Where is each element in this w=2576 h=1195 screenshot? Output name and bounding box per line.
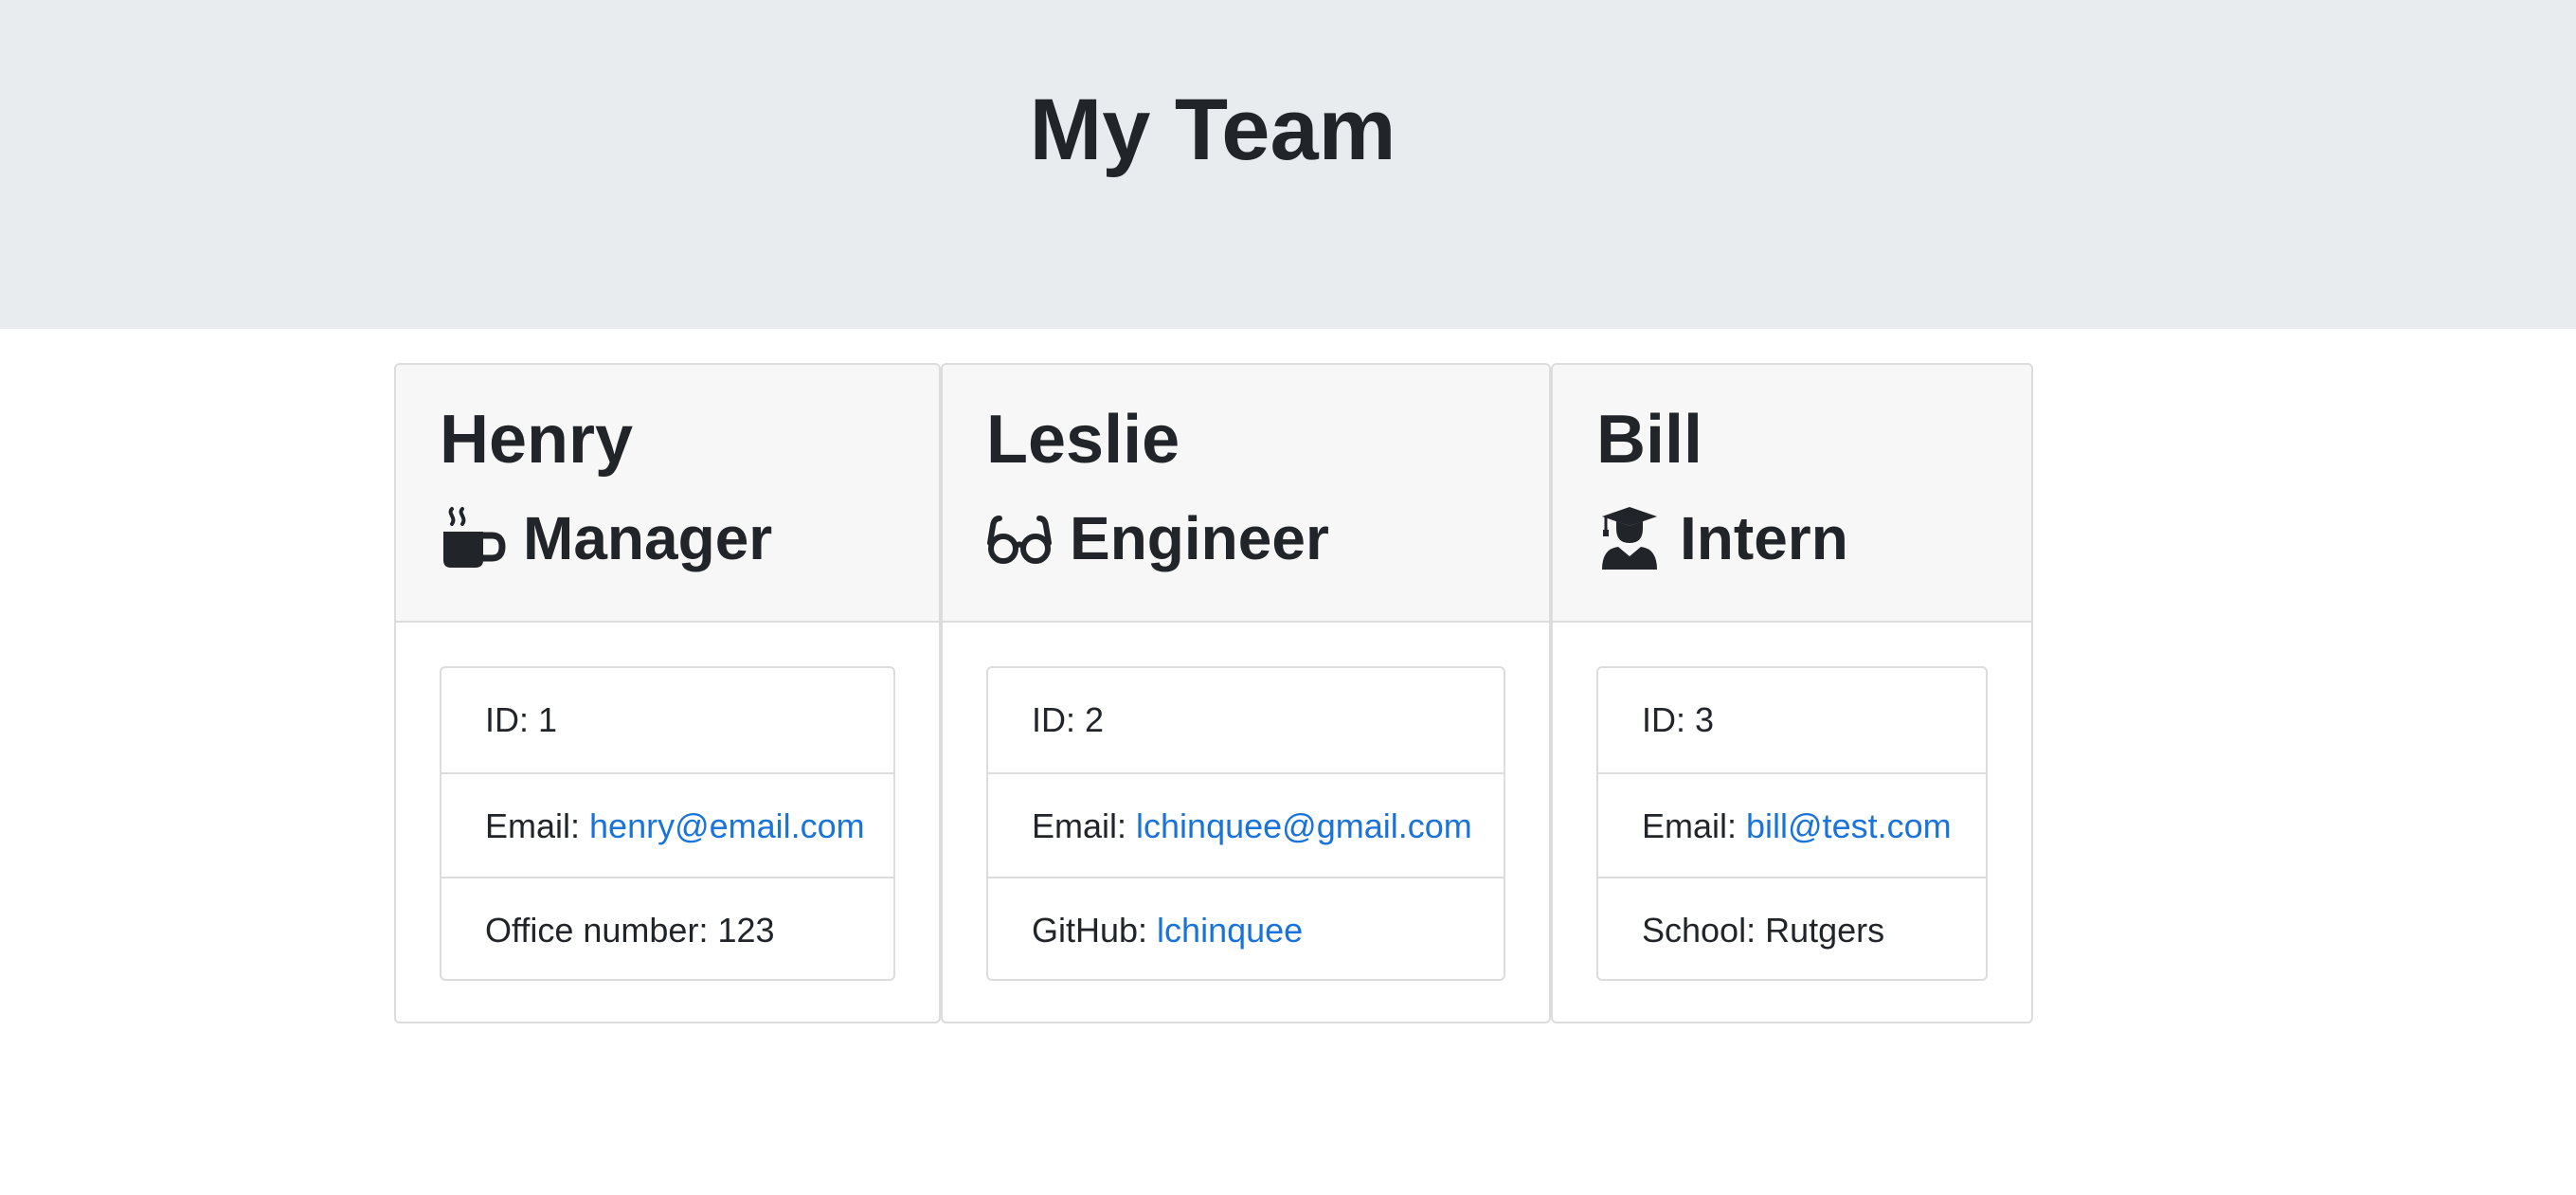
header-jumbotron: My Team [0, 0, 2576, 329]
employee-email-row: Email: lchinquee@gmail.com [988, 772, 1504, 877]
employee-email-row: Email: henry@email.com [441, 772, 893, 877]
employee-role-label: Manager [523, 504, 773, 572]
employee-email-row: Email: bill@test.com [1598, 772, 1986, 877]
employee-role: Manager [440, 496, 772, 581]
page-title: My Team [1029, 81, 1396, 178]
school-row: School: Rutgers [1598, 877, 1986, 981]
employee-info-list: ID: 2 Email: lchinquee@gmail.com GitHub:… [986, 666, 1505, 981]
employee-id: ID: 2 [1032, 700, 1105, 739]
employee-name: Bill [1596, 402, 1703, 478]
github-link[interactable]: lchinquee [1157, 911, 1303, 950]
office-number: Office number: 123 [441, 877, 893, 981]
github-row: GitHub: lchinquee [988, 877, 1504, 981]
email-label: Email: [485, 806, 590, 845]
employee-card-intern: Bill Intern ID: 3 Email: bill@test.com S… [1551, 363, 2033, 1023]
employee-info-list: ID: 1 Email: henry@email.com Office numb… [440, 666, 895, 981]
github-label: GitHub: [1032, 911, 1158, 950]
employee-name: Henry [440, 402, 634, 478]
email-label: Email: [1642, 806, 1747, 845]
employee-role-label: Engineer [1070, 504, 1329, 572]
employee-card-engineer: Leslie Engineer ID: 2 Email: lchinquee@g… [941, 363, 1551, 1023]
employee-info-list: ID: 3 Email: bill@test.com School: Rutge… [1596, 666, 1988, 981]
employee-card-manager: Henry Manager ID: 1 Email: henry@email.c… [394, 363, 941, 1023]
card-header: Bill Intern [1553, 365, 2031, 623]
glasses-icon [986, 505, 1053, 571]
employee-role-label: Intern [1680, 504, 1848, 572]
card-header: Leslie Engineer [943, 365, 1549, 623]
mug-hot-icon [440, 505, 506, 571]
email-link[interactable]: bill@test.com [1746, 806, 1952, 845]
employee-role: Engineer [986, 496, 1329, 581]
employee-id: ID: 3 [1642, 700, 1715, 739]
user-graduate-icon [1596, 505, 1663, 571]
card-header: Henry Manager [396, 365, 939, 623]
employee-role: Intern [1596, 496, 1848, 581]
email-link[interactable]: lchinquee@gmail.com [1136, 806, 1472, 845]
email-link[interactable]: henry@email.com [589, 806, 865, 845]
employee-id: ID: 1 [485, 700, 558, 739]
email-label: Email: [1032, 806, 1137, 845]
employee-name: Leslie [986, 402, 1180, 478]
